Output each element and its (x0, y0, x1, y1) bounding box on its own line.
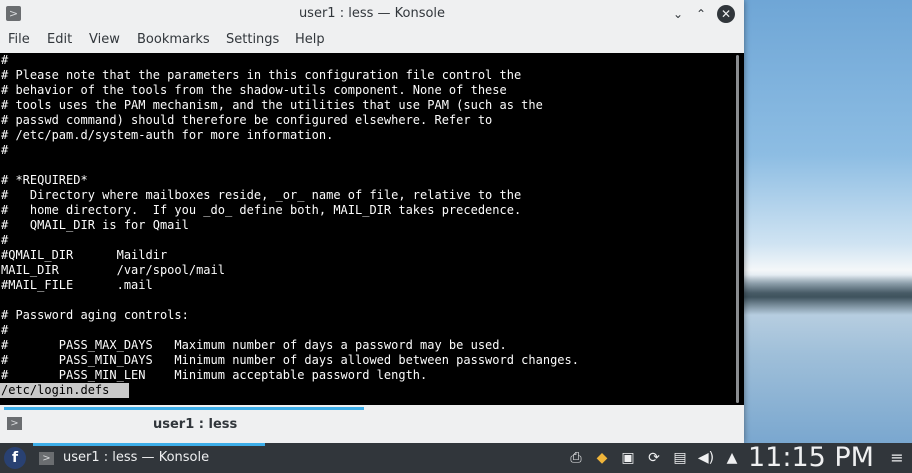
tab-bar: > user1 : less (0, 405, 744, 443)
menu-bookmarks[interactable]: Bookmarks (137, 32, 210, 47)
package-updates-icon[interactable]: ◆ (593, 449, 611, 467)
less-status-line: /etc/login.defs (0, 383, 129, 398)
scrollbar-thumb[interactable] (736, 55, 739, 403)
clipboard-icon[interactable]: ▤ (671, 449, 689, 467)
terminal-output[interactable]: # # Please note that the parameters in t… (0, 53, 734, 405)
taskbar-panel: f > user1 : less — Konsole ⎙ ◆ ▣ ⟳ ▤ ◀) … (0, 442, 912, 473)
tab-user1-less[interactable]: user1 : less (153, 417, 237, 432)
minimize-button[interactable]: ⌄ (669, 5, 687, 23)
close-button[interactable]: ✕ (717, 5, 735, 23)
panel-menu-icon[interactable]: ≡ (888, 449, 906, 467)
menu-help[interactable]: Help (295, 32, 325, 47)
active-tab-indicator (4, 407, 364, 410)
maximize-button[interactable]: ⌃ (692, 5, 710, 23)
task-label: user1 : less — Konsole (63, 450, 210, 465)
fedora-launcher-icon[interactable]: f (4, 447, 26, 469)
clock[interactable]: 11:15 PM (748, 442, 874, 473)
terminal-text: # # Please note that the parameters in t… (1, 53, 579, 382)
task-konsole[interactable]: > user1 : less — Konsole (33, 443, 265, 473)
volume-icon[interactable]: ◀) (697, 449, 715, 467)
display-icon[interactable]: ▣ (619, 449, 637, 467)
terminal-icon: > (39, 452, 54, 465)
title-bar[interactable]: > user1 : less — Konsole ⌄ ⌃ ✕ (0, 0, 744, 28)
window-title: user1 : less — Konsole (298, 6, 446, 21)
menu-bar: File Edit View Bookmarks Settings Help (0, 28, 744, 52)
task-active-indicator (33, 443, 265, 446)
desktop-wallpaper (744, 0, 912, 443)
menu-settings[interactable]: Settings (226, 32, 279, 47)
menu-view[interactable]: View (89, 32, 120, 47)
update-icon[interactable]: ⟳ (645, 449, 663, 467)
konsole-window: > user1 : less — Konsole ⌄ ⌃ ✕ File Edit… (0, 0, 744, 443)
expand-arrow-icon[interactable]: ▲ (723, 449, 741, 467)
terminal-icon[interactable]: > (7, 417, 22, 430)
printer-icon[interactable]: ⎙ (567, 449, 585, 467)
terminal-scrollbar[interactable] (734, 53, 744, 405)
menu-edit[interactable]: Edit (47, 32, 72, 47)
menu-file[interactable]: File (8, 32, 30, 47)
wallpaper-treeline (744, 275, 912, 315)
